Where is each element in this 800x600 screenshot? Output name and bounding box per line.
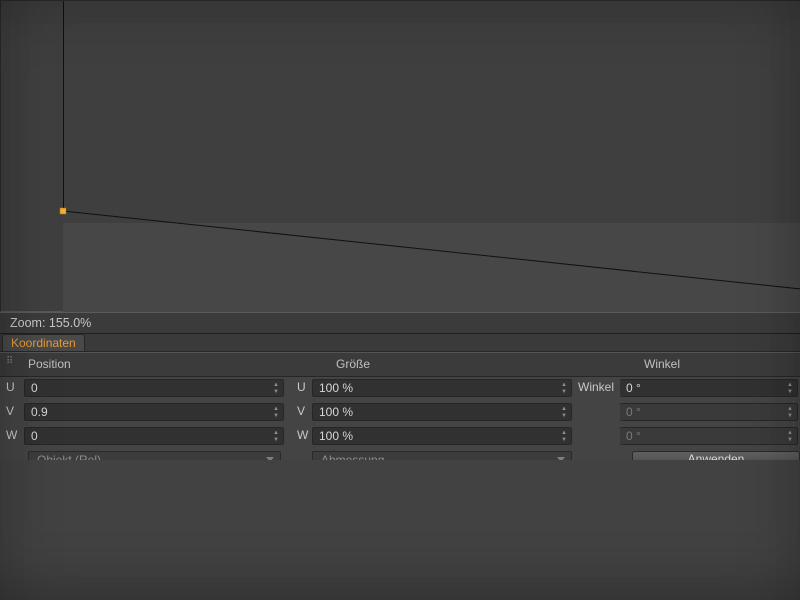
spinner-icon[interactable] <box>271 405 281 420</box>
size-v-input[interactable]: 100 % <box>312 403 572 421</box>
row-v: V 0.9 V 100 % 0 ° <box>0 401 800 425</box>
spinner-icon[interactable] <box>271 381 281 396</box>
spinner-icon[interactable] <box>559 405 569 420</box>
uv-viewport[interactable] <box>0 0 800 312</box>
bg-face <box>63 223 800 313</box>
axis-label-position-w: W <box>6 428 20 442</box>
position-v-value: 0.9 <box>31 405 48 419</box>
empty-lower-region <box>0 460 800 600</box>
axis-label-position-u: U <box>6 380 20 394</box>
size-u-value: 100 % <box>319 381 353 395</box>
axis-label-position-v: V <box>6 404 20 418</box>
angle-label: Winkel <box>578 380 592 394</box>
spinner-icon <box>785 405 795 420</box>
position-w-value: 0 <box>31 429 38 443</box>
zoom-status-bar: Zoom: 155.0% <box>0 312 800 334</box>
spinner-icon <box>785 429 795 444</box>
angle-w-input: 0 ° <box>620 427 798 445</box>
spinner-icon[interactable] <box>559 429 569 444</box>
angle-u-input[interactable]: 0 ° <box>620 379 798 397</box>
tab-row: Koordinaten <box>0 334 800 352</box>
row-u: U 0 U 100 % Winkel 0 ° <box>0 377 800 401</box>
axis-label-size-w: W <box>297 428 311 442</box>
position-u-value: 0 <box>31 381 38 395</box>
header-position: Position <box>28 353 71 376</box>
angle-u-value: 0 ° <box>626 381 641 395</box>
section-header: ⠿ Position Größe Winkel <box>0 353 800 377</box>
viewport-svg <box>1 1 800 313</box>
axis-label-size-u: U <box>297 380 311 394</box>
tab-coordinates[interactable]: Koordinaten <box>2 334 85 351</box>
size-v-value: 100 % <box>319 405 353 419</box>
selected-vertex[interactable] <box>60 208 66 214</box>
size-u-input[interactable]: 100 % <box>312 379 572 397</box>
value-rows: U 0 U 100 % Winkel 0 ° V 0.9 V <box>0 377 800 449</box>
size-w-value: 100 % <box>319 429 353 443</box>
header-angle: Winkel <box>644 353 680 376</box>
spinner-icon[interactable] <box>559 381 569 396</box>
header-size: Größe <box>336 353 370 376</box>
angle-w-value: 0 ° <box>626 429 641 443</box>
position-u-input[interactable]: 0 <box>24 379 284 397</box>
spinner-icon[interactable] <box>785 381 795 396</box>
size-w-input[interactable]: 100 % <box>312 427 572 445</box>
tab-coordinates-label: Koordinaten <box>11 336 76 350</box>
zoom-label: Zoom: 155.0% <box>10 316 91 330</box>
drag-handle-icon[interactable]: ⠿ <box>6 359 17 370</box>
angle-v-input: 0 ° <box>620 403 798 421</box>
angle-v-value: 0 ° <box>626 405 641 419</box>
position-v-input[interactable]: 0.9 <box>24 403 284 421</box>
axis-label-size-v: V <box>297 404 311 418</box>
row-w: W 0 W 100 % 0 ° <box>0 425 800 449</box>
position-w-input[interactable]: 0 <box>24 427 284 445</box>
spinner-icon[interactable] <box>271 429 281 444</box>
